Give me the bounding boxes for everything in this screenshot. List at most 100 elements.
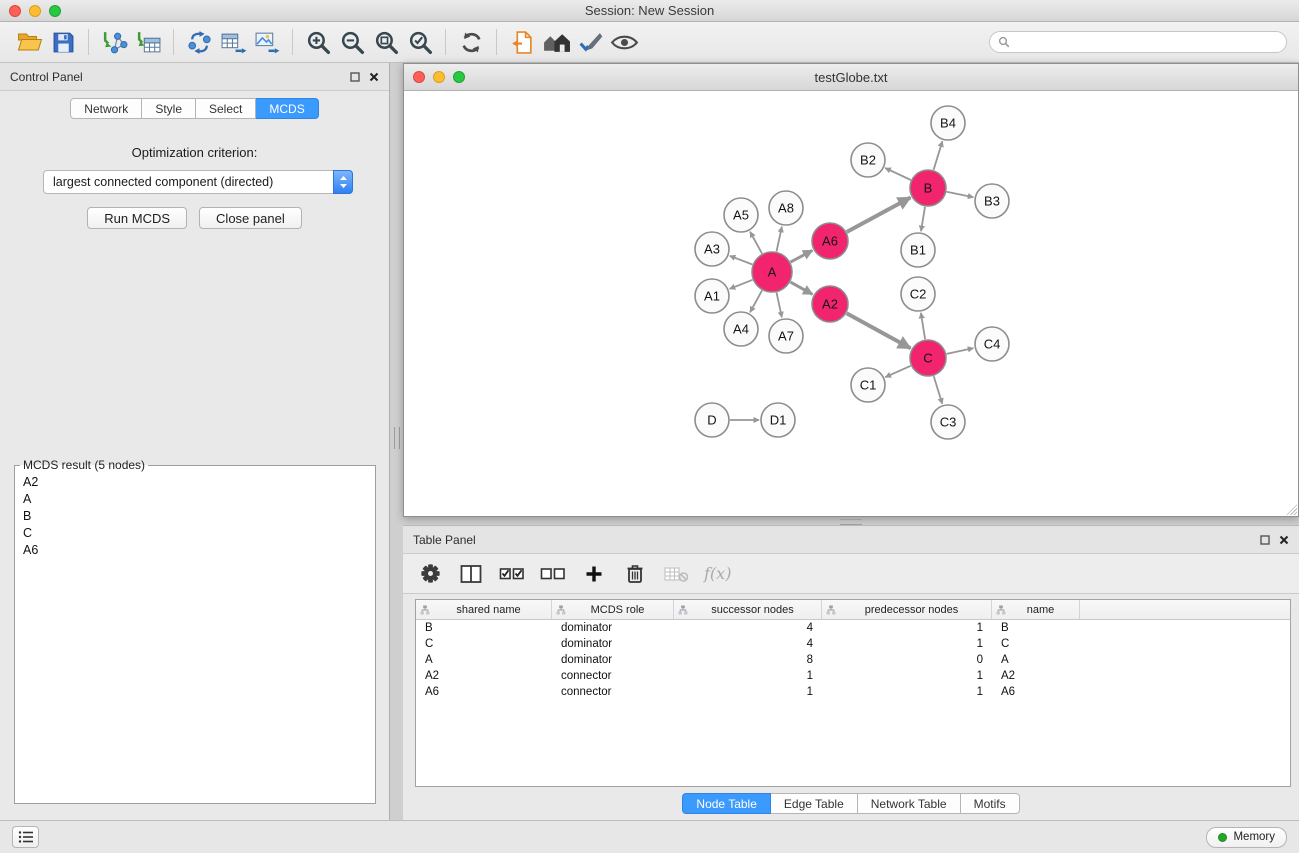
column-header-successor-nodes[interactable]: successor nodes — [674, 600, 822, 619]
graph-edge-A-A7[interactable] — [777, 293, 782, 318]
graph-edge-C-C1[interactable] — [885, 366, 910, 377]
graph-edge-C-C3[interactable] — [934, 376, 943, 404]
graph-node-A3[interactable]: A3 — [695, 232, 729, 266]
zoom-in-button[interactable] — [301, 26, 335, 58]
graph-node-C2[interactable]: C2 — [901, 277, 935, 311]
tab-style[interactable]: Style — [142, 98, 196, 119]
graph-edge-A6-B[interactable] — [847, 198, 911, 233]
column-header-name[interactable]: name — [992, 600, 1080, 619]
table-row[interactable]: Bdominator41B — [416, 620, 1290, 636]
graph-node-C[interactable]: C — [910, 340, 946, 376]
add-column-button[interactable] — [581, 561, 607, 587]
graph-edge-A-A8[interactable] — [777, 227, 782, 252]
tab-motifs[interactable]: Motifs — [961, 793, 1020, 814]
graph-edge-B-B2[interactable] — [885, 168, 911, 180]
import-table-button[interactable] — [131, 26, 165, 58]
open-session-file-button[interactable] — [505, 26, 539, 58]
graph-edge-C-C2[interactable] — [921, 313, 925, 339]
close-panel-button[interactable]: Close panel — [199, 207, 302, 229]
optimization-criterion-select[interactable]: largest connected component (directed) — [43, 170, 353, 194]
graph-edge-A-A5[interactable] — [750, 232, 762, 254]
tab-edge-table[interactable]: Edge Table — [771, 793, 858, 814]
deselect-all-button[interactable] — [540, 561, 566, 587]
graph-node-B1[interactable]: B1 — [901, 233, 935, 267]
list-item[interactable]: A2 — [15, 474, 375, 491]
task-history-button[interactable] — [12, 826, 39, 848]
close-network-window-button[interactable] — [413, 71, 425, 83]
close-panel-icon[interactable] — [1279, 535, 1289, 545]
graph-edge-A-A2[interactable] — [790, 282, 812, 294]
column-header-predecessor-nodes[interactable]: predecessor nodes — [822, 600, 992, 619]
graph-node-A1[interactable]: A1 — [695, 279, 729, 313]
graph-edge-A2-C[interactable] — [847, 313, 911, 348]
minimize-window-button[interactable] — [29, 5, 41, 17]
table-row[interactable]: A6connector11A6 — [416, 684, 1290, 700]
run-mcds-button[interactable]: Run MCDS — [87, 207, 187, 229]
show-hide-panels-button[interactable] — [607, 26, 641, 58]
graph-node-A2[interactable]: A2 — [812, 286, 848, 322]
tab-node-table[interactable]: Node Table — [682, 793, 771, 814]
zoom-out-button[interactable] — [335, 26, 369, 58]
graph-node-C1[interactable]: C1 — [851, 368, 885, 402]
tab-network[interactable]: Network — [70, 98, 142, 119]
graph-edge-A-A4[interactable] — [750, 290, 762, 312]
close-panel-icon[interactable] — [369, 72, 379, 82]
graph-node-A8[interactable]: A8 — [769, 191, 803, 225]
table-row[interactable]: Cdominator41C — [416, 636, 1290, 652]
export-network-button[interactable] — [182, 26, 216, 58]
graph-node-B3[interactable]: B3 — [975, 184, 1009, 218]
graph-node-A[interactable]: A — [752, 252, 792, 292]
memory-button[interactable]: Memory — [1206, 827, 1287, 848]
graph-edge-B-B1[interactable] — [921, 207, 925, 231]
tab-select[interactable]: Select — [196, 98, 256, 119]
export-image-button[interactable] — [250, 26, 284, 58]
graph-node-A4[interactable]: A4 — [724, 312, 758, 346]
close-window-button[interactable] — [9, 5, 21, 17]
table-row[interactable]: A2connector11A2 — [416, 668, 1290, 684]
graph-edge-A-A1[interactable] — [730, 280, 753, 289]
home-button[interactable] — [539, 26, 573, 58]
import-network-button[interactable] — [97, 26, 131, 58]
minimize-network-window-button[interactable] — [433, 71, 445, 83]
column-header-mcds-role[interactable]: MCDS role — [552, 600, 674, 619]
column-header-shared-name[interactable]: shared name — [416, 600, 552, 619]
graph-node-B2[interactable]: B2 — [851, 143, 885, 177]
graph-node-A5[interactable]: A5 — [724, 198, 758, 232]
zoom-fit-button[interactable] — [369, 26, 403, 58]
graph-node-A6[interactable]: A6 — [812, 223, 848, 259]
network-canvas[interactable]: AA1A2A3A4A5A6A7A8BB1B2B3B4CC1C2C3C4DD1 — [404, 91, 1298, 516]
graph-edge-A-A6[interactable] — [791, 250, 813, 262]
save-session-button[interactable] — [46, 26, 80, 58]
list-item[interactable]: B — [15, 508, 375, 525]
graph-node-B4[interactable]: B4 — [931, 106, 965, 140]
search-input[interactable] — [1015, 35, 1278, 49]
window-resize-grip[interactable] — [1284, 502, 1297, 515]
panel-splitter-vertical[interactable] — [390, 63, 403, 820]
list-item[interactable]: C — [15, 525, 375, 542]
float-panel-icon[interactable] — [350, 72, 360, 82]
graph-edge-B-B4[interactable] — [934, 141, 943, 170]
tab-network-table[interactable]: Network Table — [858, 793, 961, 814]
tab-mcds[interactable]: MCDS — [256, 98, 318, 119]
graph-edge-A-A3[interactable] — [730, 256, 753, 265]
graph-node-D1[interactable]: D1 — [761, 403, 795, 437]
delete-column-button[interactable] — [622, 561, 648, 587]
table-row[interactable]: Adominator80A — [416, 652, 1290, 668]
zoom-selected-button[interactable] — [403, 26, 437, 58]
list-item[interactable]: A6 — [15, 542, 375, 559]
zoom-window-button[interactable] — [49, 5, 61, 17]
list-item[interactable]: A — [15, 491, 375, 508]
table-settings-button[interactable] — [417, 561, 443, 587]
apply-style-button[interactable] — [573, 26, 607, 58]
refresh-layout-button[interactable] — [454, 26, 488, 58]
graph-edge-C-C4[interactable] — [947, 348, 974, 354]
graph-node-A7[interactable]: A7 — [769, 319, 803, 353]
graph-node-C4[interactable]: C4 — [975, 327, 1009, 361]
panel-splitter-horizontal[interactable] — [403, 517, 1299, 525]
select-all-button[interactable] — [499, 561, 525, 587]
graph-node-D[interactable]: D — [695, 403, 729, 437]
graph-edge-B-B3[interactable] — [947, 192, 974, 197]
export-table-button[interactable] — [216, 26, 250, 58]
graph-node-B[interactable]: B — [910, 170, 946, 206]
zoom-network-window-button[interactable] — [453, 71, 465, 83]
